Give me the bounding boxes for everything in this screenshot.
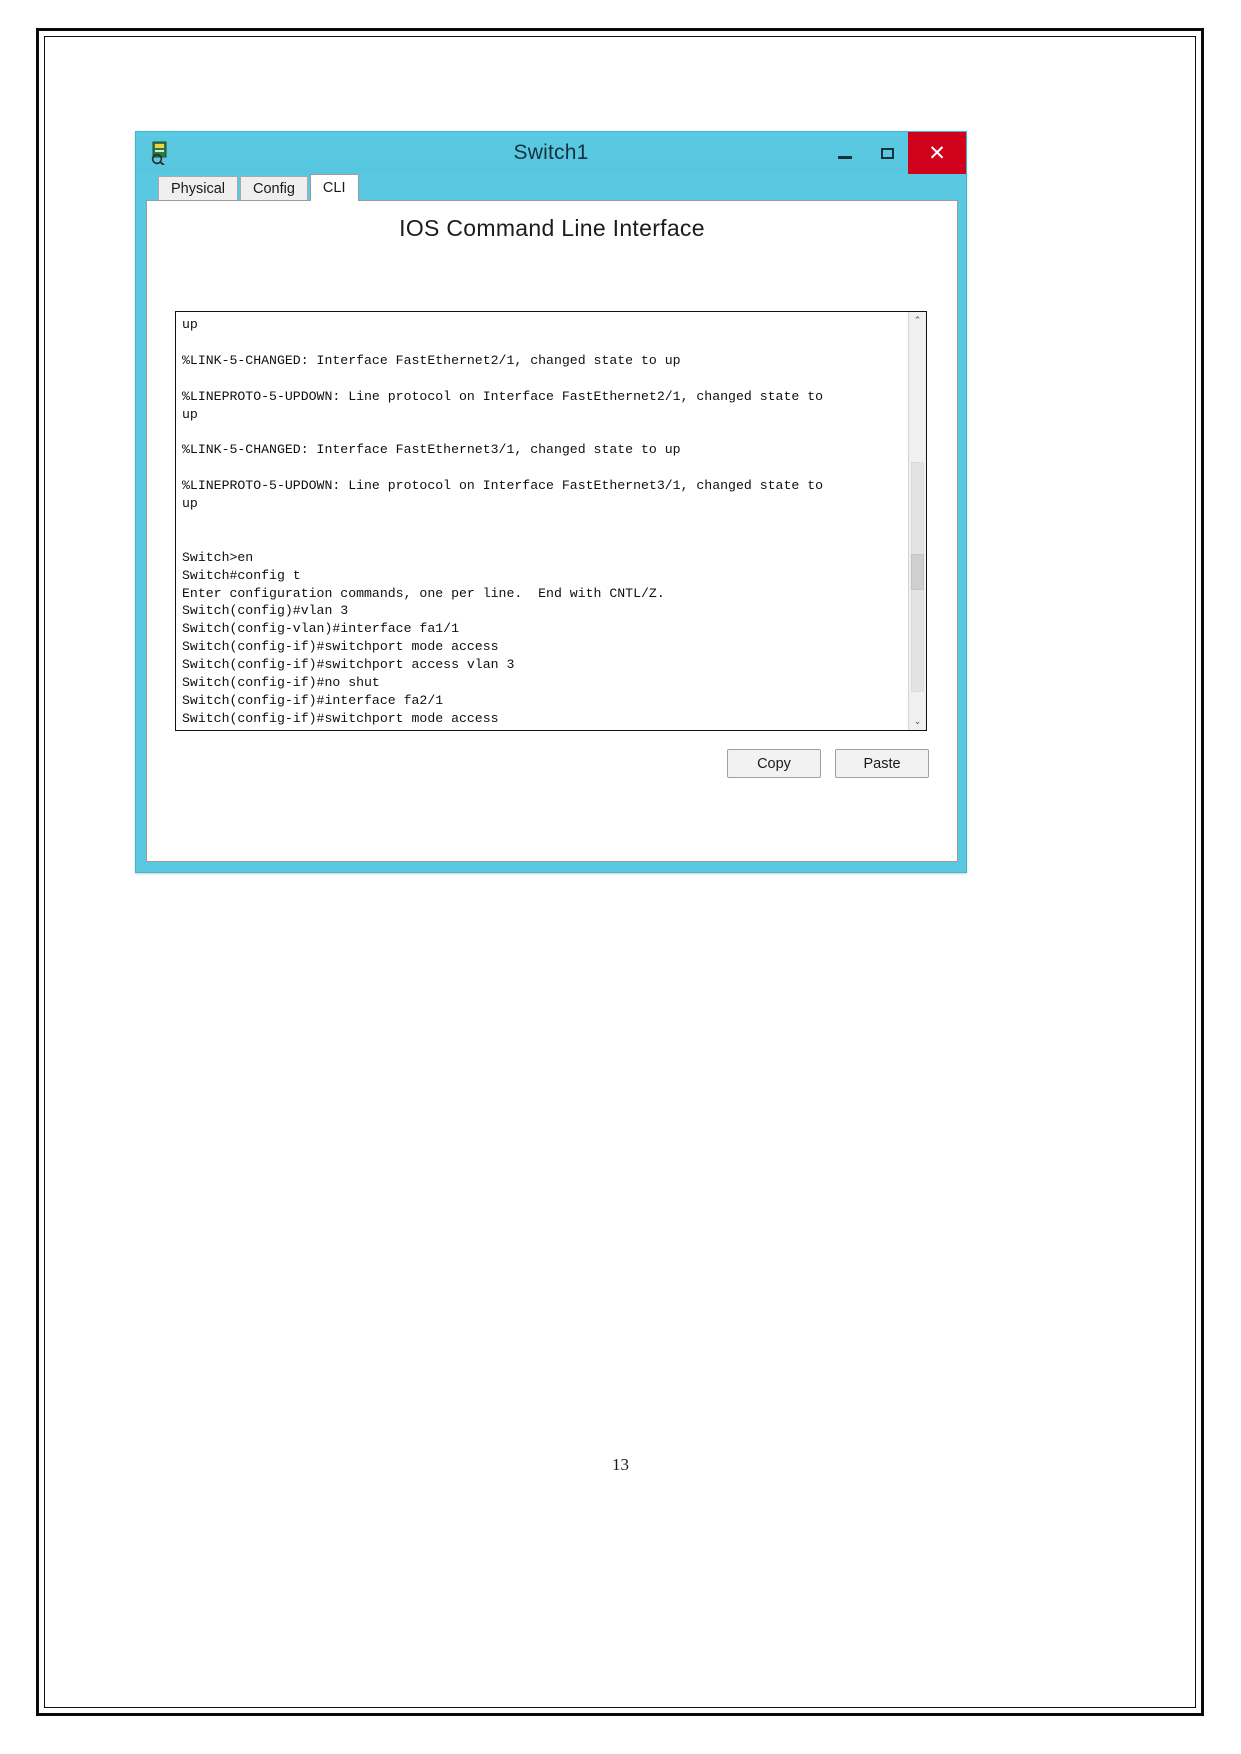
terminal-line: Switch(config-if)#switchport mode access — [182, 639, 499, 655]
terminal-line: %LINEPROTO-5-UPDOWN: Line protocol on In… — [182, 478, 824, 494]
tabstrip: Physical Config CLI — [146, 174, 958, 201]
cli-tab-panel: IOS Command Line Interface up %LINK-5-CHA… — [146, 200, 958, 862]
minimize-icon — [838, 155, 852, 159]
scanned-page: Switch1 ✕ Physical Config CLI IOS Comman… — [0, 0, 1241, 1754]
tab-cli[interactable]: CLI — [309, 174, 359, 201]
terminal-line: up — [182, 496, 198, 511]
terminal-line: Switch(config-vlan)#interface fa1/1 — [182, 621, 459, 637]
maximize-icon — [880, 147, 894, 159]
copy-button[interactable]: Copy — [727, 749, 821, 778]
terminal-line: Switch(config-if)#interface fa2/1 — [182, 692, 444, 708]
switch-device-window: Switch1 ✕ Physical Config CLI IOS Comman… — [135, 131, 967, 873]
terminal-line: Switch(config-if)#no shut — [182, 675, 380, 691]
terminal-line: %LINEPROTO-5-UPDOWN: Line protocol on In… — [182, 388, 824, 404]
terminal-line: Enter configuration commands, one per li… — [182, 585, 665, 601]
scrollbar-thumb[interactable] — [911, 554, 924, 590]
tab-config[interactable]: Config — [240, 176, 308, 200]
paste-button[interactable]: Paste — [835, 749, 929, 778]
scroll-down-arrow-icon[interactable]: ⌄ — [909, 713, 926, 730]
terminal-line: up — [182, 406, 198, 422]
window-body: Physical Config CLI IOS Command Line Int… — [146, 174, 958, 862]
terminal-line: Switch(config-if)#switchport mode access — [182, 710, 499, 726]
window-titlebar[interactable]: Switch1 ✕ — [136, 132, 966, 174]
terminal-line: up — [182, 317, 198, 332]
terminal-output[interactable]: up %LINK-5-CHANGED: Interface FastEtherne… — [176, 312, 908, 730]
scroll-up-arrow-icon[interactable]: ⌃ — [909, 312, 926, 329]
terminal-line: Switch>en — [182, 549, 254, 565]
tab-physical[interactable]: Physical — [158, 176, 238, 200]
terminal-line: Switch(config)#vlan 3 — [182, 603, 349, 619]
terminal-line: %LINK-5-CHANGED: Interface FastEthernet3… — [182, 442, 681, 458]
action-button-row: Copy Paste — [727, 749, 929, 778]
terminal-line: Switch(config-if)#switchport access vlan… — [182, 657, 515, 673]
terminal-line: %LINK-5-CHANGED: Interface FastEthernet2… — [182, 352, 681, 368]
close-button[interactable]: ✕ — [908, 132, 966, 174]
terminal-line: Switch#config t — [182, 567, 301, 583]
panel-heading: IOS Command Line Interface — [399, 215, 705, 241]
window-controls: ✕ — [824, 132, 966, 174]
terminal-container: up %LINK-5-CHANGED: Interface FastEtherne… — [175, 311, 927, 731]
packet-tracer-switch-icon — [151, 141, 167, 165]
page-number: 13 — [612, 1455, 629, 1474]
maximize-button[interactable] — [866, 132, 908, 174]
minimize-button[interactable] — [824, 132, 866, 174]
close-icon: ✕ — [928, 141, 946, 165]
terminal-scrollbar[interactable]: ⌃ ⌄ — [908, 312, 926, 730]
terminal-line: Switch(config-if)#switchport access vlan… — [182, 728, 902, 730]
